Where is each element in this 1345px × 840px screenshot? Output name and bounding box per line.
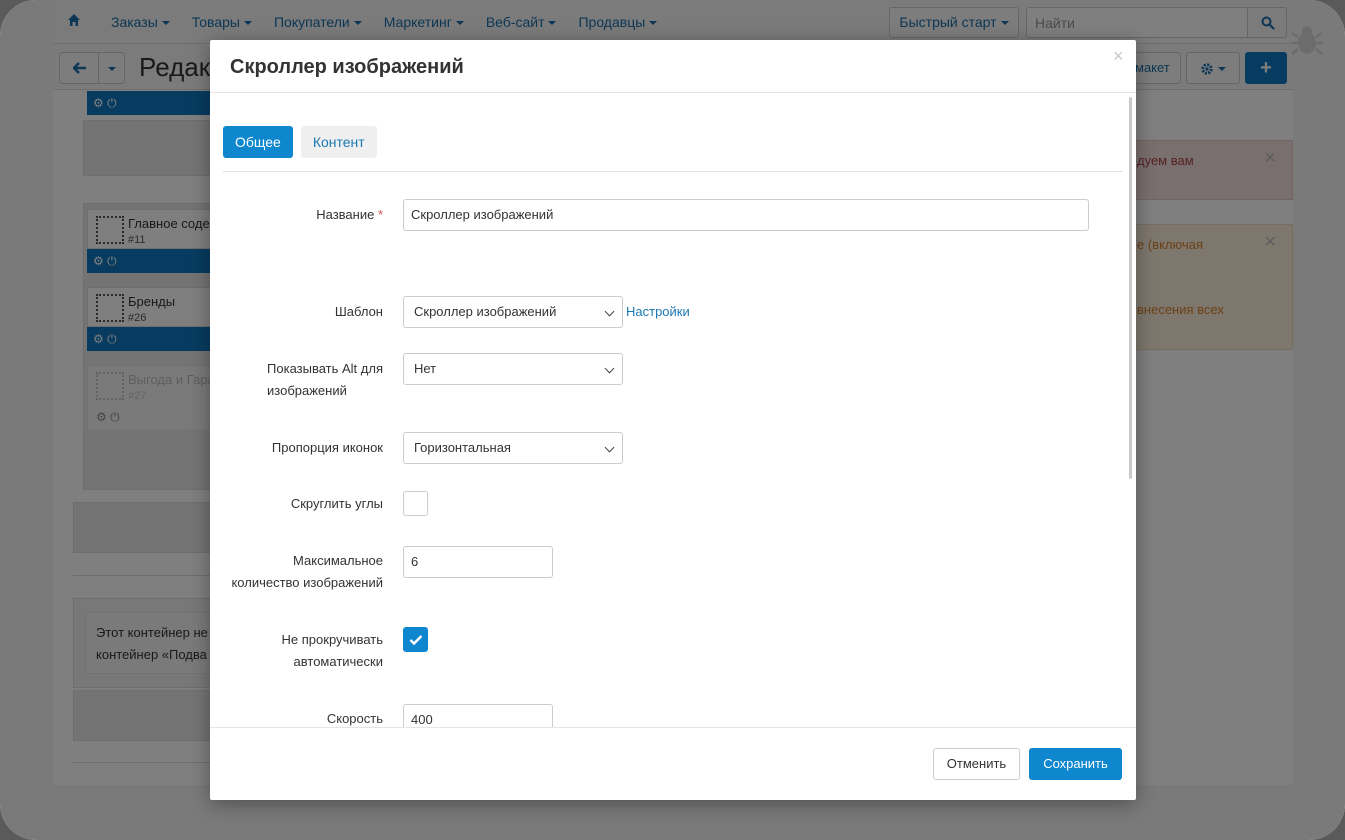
template-label: Шаблон xyxy=(334,304,383,319)
max-images-label-line: Максимальное xyxy=(293,553,383,568)
dialog-scrollbar[interactable] xyxy=(1129,97,1132,479)
show-alt-label: Показывать Alt для изображений xyxy=(267,358,383,402)
icon-ratio-select[interactable]: Горизонтальная xyxy=(403,432,623,464)
show-alt-label-line: изображений xyxy=(267,383,347,398)
name-label-text: Название xyxy=(316,207,375,222)
template-select[interactable]: Скроллер изображений xyxy=(403,296,623,328)
speed-label: Скорость xyxy=(326,711,383,726)
template-settings-link[interactable]: Настройки xyxy=(626,304,690,319)
tabs-divider xyxy=(223,171,1123,172)
checkmark-icon xyxy=(409,635,423,646)
dialog-header: Скроллер изображений × xyxy=(210,40,1136,93)
required-mark: * xyxy=(377,207,383,222)
dialog-title: Скроллер изображений xyxy=(230,56,464,78)
no-autoscroll-label: Не прокручивать автоматически xyxy=(282,629,383,673)
show-alt-label-line: Показывать Alt для xyxy=(267,361,383,376)
name-label: Название * xyxy=(316,204,383,226)
no-autoscroll-label-line: автоматически xyxy=(293,654,383,669)
show-alt-select[interactable]: Нет xyxy=(403,353,623,385)
dialog-body: Общее Контент Название * Скроллер изобра… xyxy=(210,93,1136,728)
no-autoscroll-label-line: Не прокручивать xyxy=(281,632,383,647)
dialog-footer: Отменить Сохранить xyxy=(210,727,1136,800)
tab-content[interactable]: Контент xyxy=(300,126,377,158)
name-input[interactable]: Скроллер изображений xyxy=(403,199,1089,231)
round-corners-label: Скруглить углы xyxy=(290,496,383,511)
show-alt-select-value: Нет xyxy=(414,361,437,376)
icon-ratio-select-value: Горизонтальная xyxy=(414,440,511,455)
template-select-value: Скроллер изображений xyxy=(414,304,557,319)
no-autoscroll-checkbox[interactable] xyxy=(403,627,428,652)
tab-general[interactable]: Общее xyxy=(223,126,293,158)
chevron-down-icon xyxy=(604,442,615,453)
speed-input[interactable]: 400 xyxy=(403,704,553,728)
max-images-input[interactable]: 6 xyxy=(403,546,553,578)
round-corners-checkbox[interactable] xyxy=(403,491,428,516)
app-window: Заказы Товары Покупатели Маркетинг Веб-с… xyxy=(0,0,1345,840)
dialog-tabs: Общее Контент xyxy=(223,126,385,158)
save-button[interactable]: Сохранить xyxy=(1029,748,1122,780)
icon-ratio-label: Пропорция иконок xyxy=(271,440,383,455)
max-images-label: Максимальное количество изображений xyxy=(231,550,383,594)
cancel-button[interactable]: Отменить xyxy=(933,748,1020,780)
max-images-label-line: количество изображений xyxy=(231,575,383,590)
close-icon[interactable]: × xyxy=(1113,46,1124,67)
chevron-down-icon xyxy=(604,363,615,374)
image-scroller-dialog: Скроллер изображений × Общее Контент Наз… xyxy=(210,40,1136,800)
chevron-down-icon xyxy=(604,306,615,317)
